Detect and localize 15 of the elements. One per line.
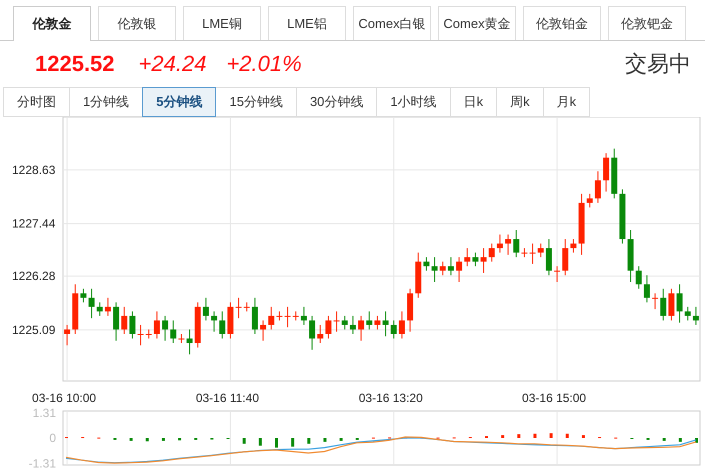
y-axis-label: 1227.44 <box>12 216 56 231</box>
y-axis-label: 1226.28 <box>12 269 56 284</box>
trading-status: 交易中 <box>625 50 691 78</box>
y-axis-label: 1225.09 <box>12 322 56 337</box>
macd-axis-label: 1.31 <box>32 407 56 420</box>
price-change: +24.24 <box>138 51 206 77</box>
x-axis-label: 03-16 10:00 <box>32 391 96 405</box>
percent-change: +2.01% <box>226 51 302 77</box>
macd-axis-label: -1.31 <box>28 456 56 470</box>
x-axis-label: 03-16 11:40 <box>196 391 259 405</box>
y-axis-label: 1228.63 <box>12 162 56 177</box>
price: 1225.52 <box>35 51 115 77</box>
x-axis-label: 03-16 15:00 <box>522 391 586 405</box>
macd-axis-label: 0 <box>49 431 56 445</box>
x-axis-label: 03-16 13:20 <box>358 391 423 405</box>
